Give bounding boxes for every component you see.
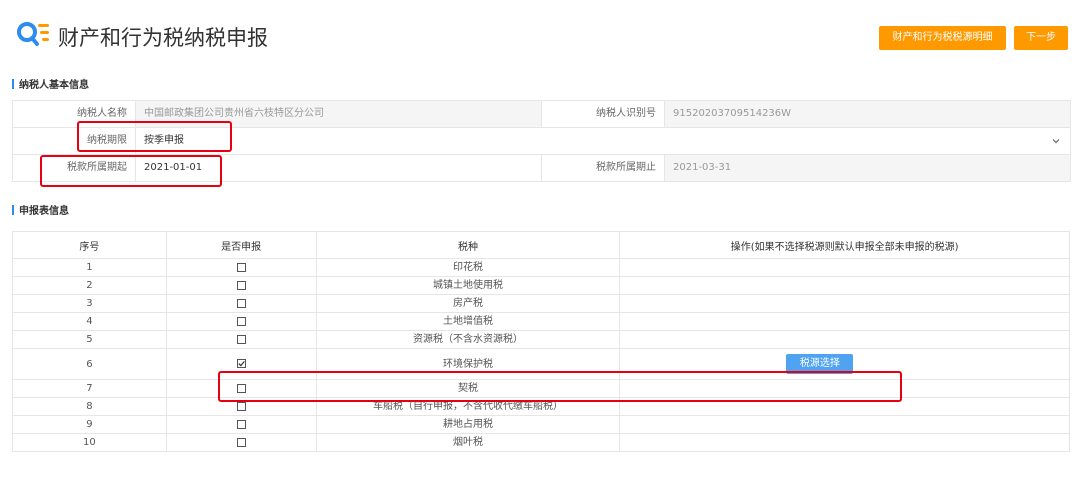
tax-type: 房产税 <box>315 294 621 313</box>
action-cell <box>619 312 1070 331</box>
info-row-period: 纳税期限 按季申报 <box>13 128 1071 155</box>
row-number: 3 <box>12 294 167 313</box>
row-number: 1 <box>12 258 167 277</box>
column-header: 是否申报 <box>165 231 317 259</box>
tax-type: 契税 <box>315 379 621 398</box>
taxpayer-name-value: 中国邮政集团公司贵州省六枝特区分公司 <box>136 101 542 127</box>
declare-checkbox[interactable] <box>236 334 246 344</box>
period-start-input[interactable]: 2021-01-01 <box>136 155 542 181</box>
tax-type: 环境保护税 <box>315 348 621 380</box>
action-cell <box>619 330 1070 349</box>
tax-type: 耕地占用税 <box>315 415 621 434</box>
declare-cell <box>165 294 317 313</box>
row-number: 4 <box>12 312 167 331</box>
declare-checkbox[interactable] <box>236 280 246 290</box>
table-header-row: 序号 是否申报 税种 操作(如果不选择税源则默认申报全部未申报的税源) <box>12 231 1070 259</box>
table-row: 8 车船税（自行申报，不含代收代缴车船税） <box>12 397 1070 416</box>
taxpayer-section-title-text: 纳税人基本信息 <box>19 80 89 91</box>
row-number: 8 <box>12 397 167 416</box>
table-row: 5 资源税（不含水资源税） <box>12 330 1070 349</box>
row-number: 2 <box>12 276 167 295</box>
action-cell <box>619 415 1070 434</box>
declare-cell <box>165 433 317 452</box>
declare-checkbox[interactable] <box>236 437 246 447</box>
search-list-icon <box>17 22 49 46</box>
row-number: 7 <box>12 379 167 398</box>
tax-type: 土地增值税 <box>315 312 621 331</box>
column-header: 序号 <box>12 231 167 259</box>
table-row: 4 土地增值税 <box>12 312 1070 331</box>
period-end-value: 2021-03-31 <box>665 155 1071 181</box>
next-step-button[interactable]: 下一步 <box>1014 26 1068 50</box>
column-header: 税种 <box>315 231 621 259</box>
tax-type: 资源税（不含水资源税） <box>315 330 621 349</box>
tax-period-select[interactable]: 按季申报 <box>136 128 1071 154</box>
taxpayer-name-label: 纳税人名称 <box>13 101 136 127</box>
declare-cell <box>165 415 317 434</box>
row-number: 6 <box>12 348 167 380</box>
table-row: 6 环境保护税 税源选择 <box>12 348 1070 380</box>
check-icon <box>238 361 245 367</box>
declare-cell <box>165 312 317 331</box>
column-header: 操作(如果不选择税源则默认申报全部未申报的税源) <box>619 231 1070 259</box>
declare-checkbox[interactable] <box>236 262 246 272</box>
tax-type: 城镇土地使用税 <box>315 276 621 295</box>
action-cell <box>619 294 1070 313</box>
report-section-title-text: 申报表信息 <box>19 206 69 217</box>
chevron-down-icon <box>1052 139 1060 144</box>
table-row: 7 契税 <box>12 379 1070 398</box>
declare-cell <box>165 258 317 277</box>
declare-cell <box>165 276 317 295</box>
page-title: 财产和行为税纳税申报 <box>58 26 268 50</box>
tax-type: 烟叶税 <box>315 433 621 452</box>
info-row-name: 纳税人名称 中国邮政集团公司贵州省六枝特区分公司 纳税人识别号 91520203… <box>13 101 1071 128</box>
action-cell <box>619 258 1070 277</box>
tax-period-label: 纳税期限 <box>13 128 136 154</box>
table-row: 3 房产税 <box>12 294 1070 313</box>
taxpayer-id-label: 纳税人识别号 <box>542 101 665 127</box>
action-cell <box>619 397 1070 416</box>
section-bar <box>12 79 14 89</box>
report-table: 序号 是否申报 税种 操作(如果不选择税源则默认申报全部未申报的税源) 1 印花… <box>12 231 1070 452</box>
action-cell: 税源选择 <box>619 348 1070 380</box>
declare-cell <box>165 348 317 380</box>
period-end-label: 税款所属期止 <box>542 155 665 181</box>
taxpayer-id-value: 91520203709514236W <box>665 101 1071 127</box>
taxpayer-section-title: 纳税人基本信息 <box>12 79 89 92</box>
page-header: 财产和行为税纳税申报 财产和行为税税源明细 下一步 <box>0 0 1080 66</box>
action-cell <box>619 433 1070 452</box>
table-row: 10 烟叶税 <box>12 433 1070 452</box>
declare-checkbox[interactable] <box>236 383 246 393</box>
tax-period-value: 按季申报 <box>144 135 184 146</box>
table-row: 9 耕地占用税 <box>12 415 1070 434</box>
table-row: 2 城镇土地使用税 <box>12 276 1070 295</box>
action-cell <box>619 379 1070 398</box>
tax-source-select-button[interactable]: 税源选择 <box>786 354 854 374</box>
table-row: 1 印花税 <box>12 258 1070 277</box>
declare-checkbox[interactable] <box>236 298 246 308</box>
row-number: 5 <box>12 330 167 349</box>
declare-checkbox[interactable] <box>236 401 246 411</box>
period-start-label: 税款所属期起 <box>13 155 136 181</box>
declare-cell <box>165 330 317 349</box>
declare-checkbox[interactable] <box>236 419 246 429</box>
action-cell <box>619 276 1070 295</box>
declare-cell <box>165 397 317 416</box>
declare-checkbox[interactable] <box>236 316 246 326</box>
info-row-dates: 税款所属期起 2021-01-01 税款所属期止 2021-03-31 <box>13 155 1071 182</box>
row-number: 9 <box>12 415 167 434</box>
declare-checkbox[interactable] <box>236 359 246 368</box>
taxpayer-info-grid: 纳税人名称 中国邮政集团公司贵州省六枝特区分公司 纳税人识别号 91520203… <box>12 100 1071 182</box>
report-section-title: 申报表信息 <box>12 205 69 218</box>
declare-cell <box>165 379 317 398</box>
tax-type: 车船税（自行申报，不含代收代缴车船税） <box>315 397 621 416</box>
tax-source-detail-button[interactable]: 财产和行为税税源明细 <box>879 26 1006 50</box>
tax-type: 印花税 <box>315 258 621 277</box>
row-number: 10 <box>12 433 167 452</box>
section-bar <box>12 205 14 215</box>
